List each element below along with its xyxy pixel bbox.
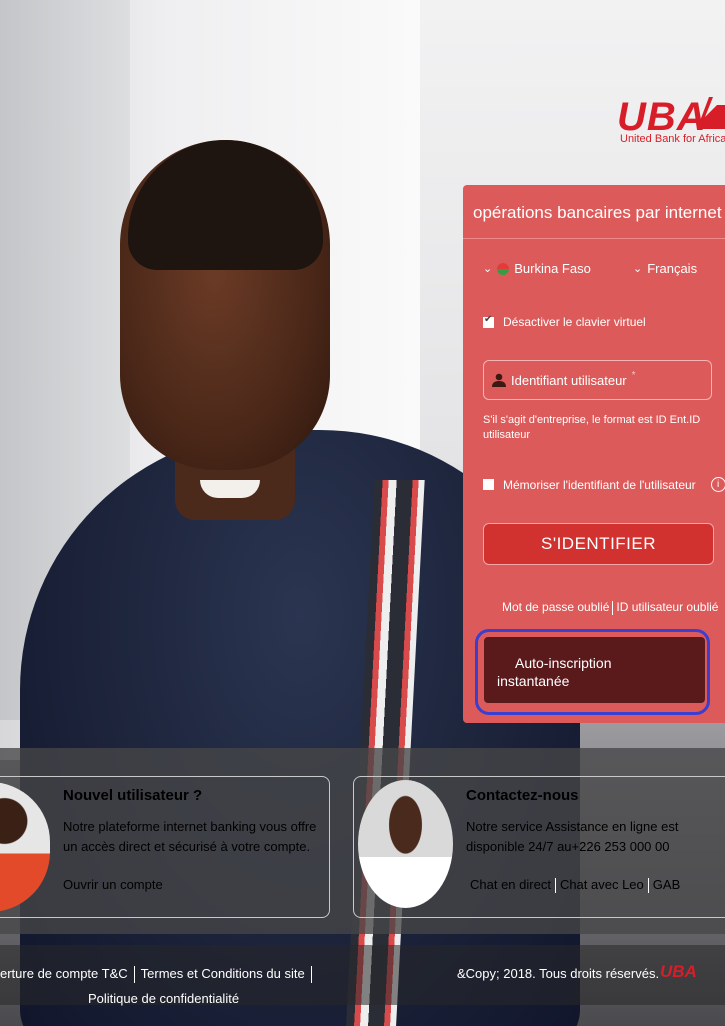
virtual-keyboard-label: Désactiver le clavier virtuel — [503, 315, 646, 329]
language-value: Français — [647, 261, 698, 276]
info-icon[interactable]: i — [710, 477, 725, 492]
person-smile — [200, 480, 260, 498]
privacy-policy-link[interactable]: Politique de confidentialité — [88, 991, 239, 1006]
title-divider — [463, 238, 725, 239]
remember-user-id[interactable]: Mémoriser l'identifiant de l'utilisateur… — [483, 477, 725, 492]
chevron-down-icon: ⌄ — [633, 263, 643, 275]
remember-label: Mémoriser l'identifiant de l'utilisateur — [503, 477, 696, 492]
uba-logo-mark-icon — [697, 97, 725, 129]
atm-link[interactable]: GAB — [653, 877, 680, 892]
user-icon — [492, 373, 506, 387]
forgot-user-id-link[interactable]: ID utilisateur oublié — [616, 600, 718, 614]
link-separator — [612, 600, 614, 615]
link-separator — [133, 966, 135, 984]
contact-text: Notre service Assistance en ligne est di… — [466, 819, 679, 854]
self-register-label-line2: instantanée — [497, 673, 570, 689]
contact-links: Chat en direct Chat avec Leo GAB — [470, 877, 680, 894]
chat-leo-link[interactable]: Chat avec Leo — [560, 877, 644, 892]
language-select[interactable]: ⌄ Français — [633, 261, 697, 276]
contact-title: Contactez-nous — [466, 787, 579, 804]
new-user-title: Nouvel utilisateur ? — [63, 787, 203, 804]
link-separator — [310, 966, 312, 984]
required-marker: * — [631, 370, 636, 381]
new-user-text: Notre plateforme internet banking vous o… — [63, 819, 317, 854]
recovery-links: Mot de passe oublié ID utilisateur oublié — [502, 600, 718, 615]
copyright-text: &Copy; 2018. Tous droits réservés. — [457, 966, 660, 981]
virtual-keyboard-toggle[interactable]: Désactiver le clavier virtuel — [483, 314, 646, 329]
burkina-flag-icon — [497, 262, 510, 275]
user-id-field[interactable]: Identifiant utilisateur * — [483, 360, 712, 400]
country-value: Burkina Faso — [514, 261, 591, 276]
user-id-placeholder: Identifiant utilisateur — [511, 372, 627, 388]
forgot-password-link[interactable]: Mot de passe oublié — [502, 600, 609, 614]
self-register-label-line1: Auto-inscription — [515, 655, 612, 671]
open-account-link[interactable]: Ouvrir un compte — [63, 877, 163, 892]
live-chat-link[interactable]: Chat en direct — [470, 877, 551, 892]
user-id-hint: S'il s'agit d'entreprise, le format est … — [483, 414, 701, 441]
footer-logo: UBA — [660, 962, 697, 981]
link-separator — [647, 878, 649, 894]
chevron-down-icon: ⌄ — [483, 263, 493, 275]
self-register-button[interactable]: Auto-inscription instantanée — [484, 637, 705, 703]
login-title: opérations bancaires par internet — [473, 203, 722, 222]
uba-tagline: United Bank for Africa — [620, 133, 725, 145]
country-select[interactable]: ⌄ Burkina Faso — [483, 261, 591, 276]
login-button[interactable]: S'IDENTIFIER — [483, 523, 714, 565]
account-terms-link[interactable]: erture de compte T&C — [0, 966, 128, 981]
uba-logo[interactable]: UBA United Bank for Africa — [600, 95, 725, 155]
site-terms-link[interactable]: Termes et Conditions du site — [141, 966, 305, 981]
virtual-keyboard-checkbox[interactable] — [483, 314, 494, 328]
contact-avatar — [358, 780, 453, 908]
footer-links: erture de compte T&C Termes et Conditions… — [0, 966, 318, 984]
link-separator — [554, 878, 556, 894]
remember-checkbox[interactable] — [483, 479, 494, 490]
